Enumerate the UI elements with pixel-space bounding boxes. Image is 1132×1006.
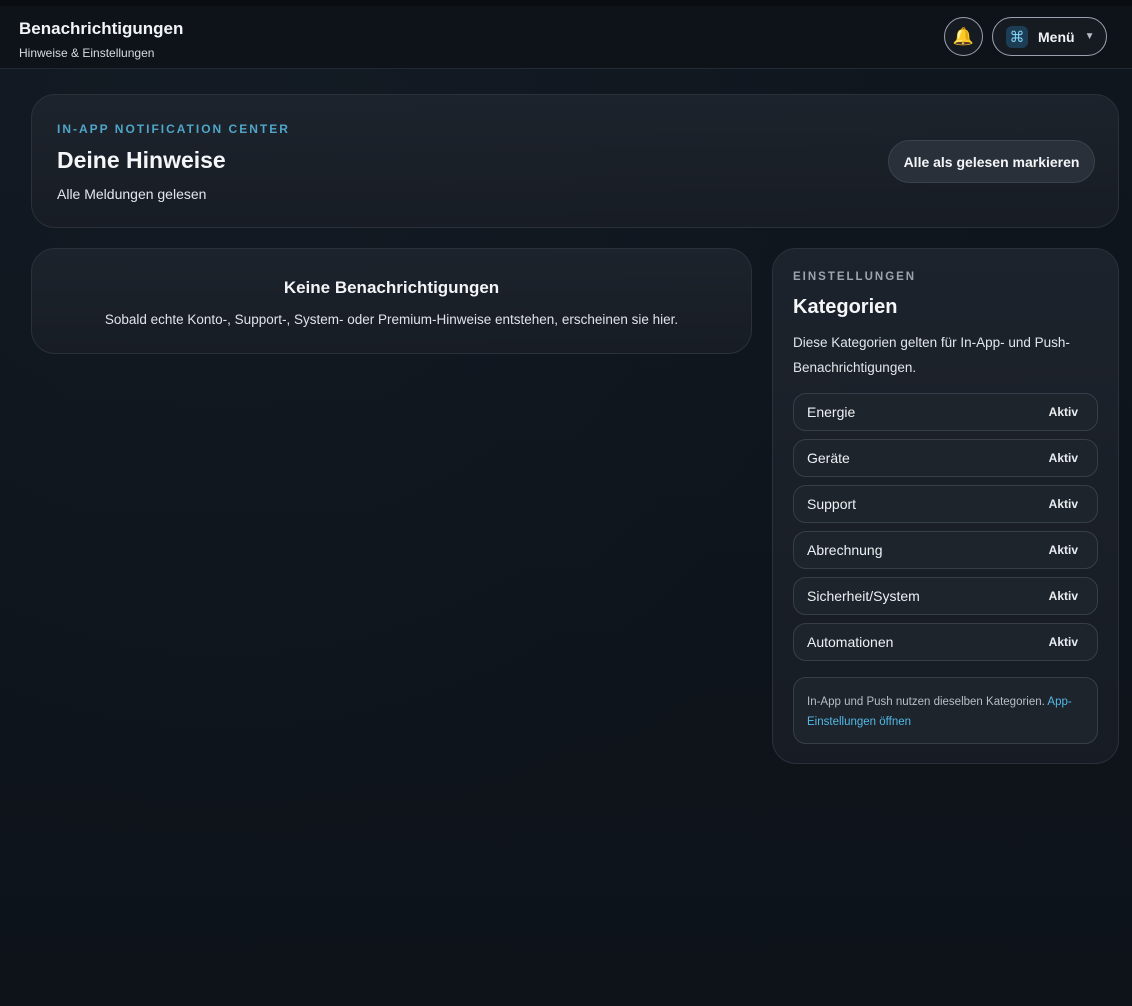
mark-all-read-button[interactable]: Alle als gelesen markieren <box>888 140 1095 183</box>
category-label: Support <box>807 496 857 512</box>
category-status: Aktiv <box>1048 405 1078 419</box>
empty-state-text: Sobald echte Konto-, Support-, System- o… <box>104 312 679 327</box>
menu-label: Menü <box>1038 28 1075 45</box>
category-item-geraete[interactable]: Geräte Aktiv <box>793 439 1098 477</box>
settings-note-text: In-App und Push nutzen dieselben Kategor… <box>807 696 1045 708</box>
settings-kicker: EINSTELLUNGEN <box>793 271 917 283</box>
command-icon: ⌘ <box>1006 25 1028 48</box>
category-item-support[interactable]: Support Aktiv <box>793 485 1098 523</box>
settings-note: In-App und Push nutzen dieselben Kategor… <box>793 677 1098 744</box>
empty-state-title: Keine Benachrichtigungen <box>283 278 500 297</box>
category-item-energie[interactable]: Energie Aktiv <box>793 393 1098 431</box>
chevron-down-icon: ▼ <box>1084 31 1095 42</box>
category-item-automationen[interactable]: Automationen Aktiv <box>793 623 1098 661</box>
category-status: Aktiv <box>1048 635 1078 649</box>
category-list: Energie Aktiv Geräte Aktiv Support Aktiv… <box>793 393 1098 669</box>
section-kicker: IN-APP NOTIFICATION CENTER <box>57 122 290 136</box>
category-status: Aktiv <box>1048 451 1078 465</box>
category-label: Energie <box>807 404 856 420</box>
category-label: Sicherheit/System <box>807 588 920 604</box>
menu-button[interactable]: ⌘ Menü ▼ <box>992 17 1107 56</box>
read-status-text: Alle Meldungen gelesen <box>57 186 207 202</box>
settings-title: Kategorien <box>793 296 898 318</box>
page-title: Benachrichtigungen <box>19 19 184 38</box>
category-label: Geräte <box>807 450 850 466</box>
notification-center-card: IN-APP NOTIFICATION CENTER Deine Hinweis… <box>31 94 1119 228</box>
category-status: Aktiv <box>1048 497 1078 511</box>
page-subtitle: Hinweise & Einstellungen <box>19 46 155 60</box>
bell-icon: 🔔 <box>952 26 975 46</box>
category-label: Automationen <box>807 634 894 650</box>
notifications-button[interactable]: 🔔 <box>944 17 983 56</box>
settings-panel: EINSTELLUNGEN Kategorien Diese Kategorie… <box>772 248 1119 764</box>
settings-description: Diese Kategorien gelten für In-App- und … <box>793 335 1070 375</box>
app-header: Benachrichtigungen Hinweise & Einstellun… <box>0 6 1132 69</box>
empty-state-card: Keine Benachrichtigungen Sobald echte Ko… <box>31 248 752 354</box>
category-label: Abrechnung <box>807 542 883 558</box>
category-item-sicherheit-system[interactable]: Sicherheit/System Aktiv <box>793 577 1098 615</box>
section-title: Deine Hinweise <box>57 147 226 173</box>
category-status: Aktiv <box>1048 589 1078 603</box>
category-item-abrechnung[interactable]: Abrechnung Aktiv <box>793 531 1098 569</box>
category-status: Aktiv <box>1048 543 1078 557</box>
